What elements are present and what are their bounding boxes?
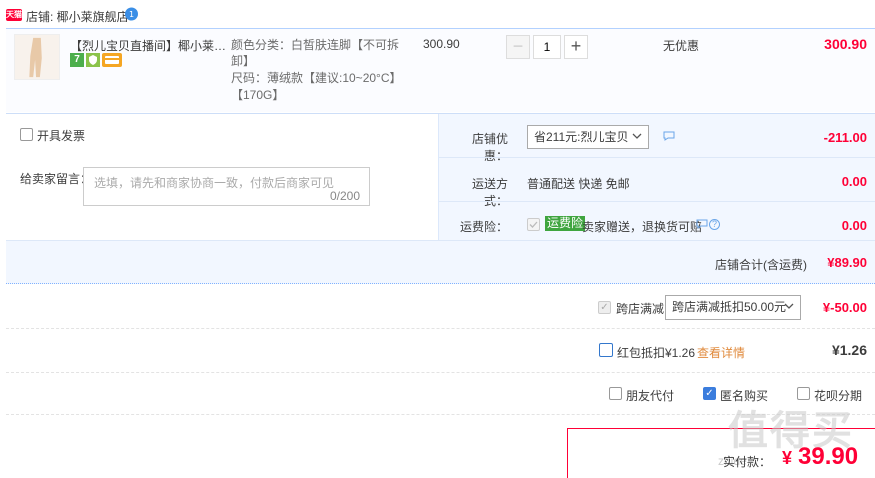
message-char-count: 0/200: [330, 189, 361, 203]
insurance-amount: 0.00: [841, 218, 867, 233]
shipping-label: 运送方式：: [471, 177, 508, 208]
final-total-label: 实付款：: [723, 455, 772, 469]
insurance-tag: 运费险: [545, 216, 586, 231]
quantity-input[interactable]: 1: [533, 35, 561, 59]
cross-shop-checkbox: ✓: [598, 301, 611, 314]
cross-shop-label: 跨店满减: [616, 302, 665, 316]
red-packet-checkbox[interactable]: [599, 343, 613, 357]
cross-shop-amount: ¥-50.00: [822, 300, 867, 315]
seven-day-return-icon[interactable]: 7: [70, 53, 84, 67]
row-divider: [439, 157, 875, 158]
invoice-label[interactable]: 开具发票: [37, 127, 85, 144]
final-currency: ¥: [782, 448, 793, 468]
sku-color: 颜色分类：白皙肤连脚【不可拆: [231, 38, 400, 52]
chevron-down-icon: [784, 303, 794, 309]
cross-shop-select[interactable]: 跨店满减抵扣50.00元: [665, 295, 801, 320]
sku-size-cont: 【170G】: [231, 88, 285, 102]
shop-promo-amount: -211.00: [823, 130, 867, 145]
sku-size: 尺码：薄绒款【建议:10~20°C】: [231, 71, 402, 85]
shop-promo-selected: 省211元:烈儿宝贝: [534, 130, 629, 144]
wangwang-chat-icon[interactable]: 1: [124, 7, 139, 21]
help-icon[interactable]: ?: [709, 219, 720, 230]
shop-total-amount: ¥89.90: [827, 255, 867, 270]
insurance-chat-icon[interactable]: [696, 219, 708, 229]
invoice-checkbox[interactable]: [20, 128, 33, 141]
message-label: 给卖家留言：: [20, 172, 93, 186]
friend-pay-checkbox[interactable]: [609, 387, 622, 400]
svg-text:1: 1: [129, 10, 134, 19]
unit-price: 300.90: [423, 37, 460, 51]
shield-icon[interactable]: [86, 53, 100, 67]
service-icons: 7: [70, 53, 122, 67]
quantity-increase-button[interactable]: +: [564, 35, 588, 59]
shop-promo-select[interactable]: 省211元:烈儿宝贝: [527, 125, 649, 149]
shop-promo-label: 店铺优惠：: [471, 132, 508, 163]
red-packet-amount: ¥1.26: [831, 342, 867, 358]
item-subtotal: 300.90: [824, 36, 867, 52]
shipping-amount: 0.00: [841, 174, 867, 189]
shop-name-link[interactable]: 店铺: 椰小莱旗舰店: [26, 8, 129, 25]
promo-chat-icon[interactable]: [663, 131, 675, 141]
tmall-badge: 天猫: [6, 9, 22, 21]
row-divider: [439, 201, 875, 202]
row-divider: [6, 240, 875, 241]
final-total-amount: 39.90: [798, 443, 859, 470]
insurance-text: 卖家赠送，退换货可赔: [582, 220, 703, 234]
item-title-link[interactable]: 【烈儿宝贝直播间】椰小莱光腿...: [70, 37, 230, 54]
row-divider: [6, 372, 875, 373]
credit-card-icon[interactable]: [102, 53, 122, 67]
divider: [438, 114, 439, 240]
red-packet-detail-link[interactable]: 查看详情: [697, 344, 745, 361]
product-thumbnail[interactable]: [14, 34, 60, 80]
shipping-method: 普通配送 快递 免邮: [527, 177, 630, 191]
sku-color-cont: 卸】: [231, 54, 256, 68]
red-packet-label[interactable]: 红包抵扣¥1.26: [617, 344, 695, 361]
insurance-label: 运费险：: [459, 220, 508, 234]
cross-shop-selected: 跨店满减抵扣50.00元: [672, 300, 787, 314]
chevron-down-icon: [632, 133, 642, 139]
shop-total-label: 店铺合计(含运费): [715, 258, 807, 272]
friend-pay-label[interactable]: 朋友代付: [626, 387, 674, 404]
row-divider: [6, 328, 875, 329]
insurance-checkbox: [527, 218, 540, 231]
item-discount: 无优惠: [663, 39, 700, 53]
message-placeholder: 选填，请先和商家协商一致，付款后商家可见: [94, 176, 335, 190]
anonymous-checkbox[interactable]: ✓: [703, 387, 716, 400]
quantity-decrease-button[interactable]: −: [506, 35, 530, 59]
